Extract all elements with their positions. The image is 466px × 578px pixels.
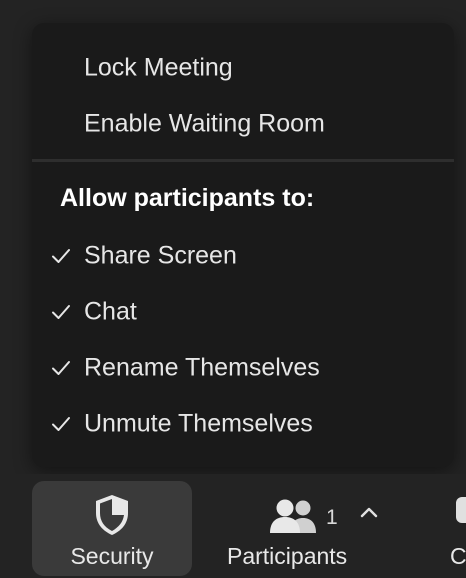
chevron-up-icon[interactable] [358, 504, 380, 520]
shield-icon [96, 495, 128, 535]
menu-item-rename-themselves[interactable]: Rename Themselves [32, 344, 454, 392]
participants-button[interactable]: 1 Participants [212, 481, 376, 576]
menu-item-label: Chat [84, 297, 137, 326]
menu-item-label: Lock Meeting [84, 53, 233, 82]
checkmark-icon [52, 305, 70, 319]
checkmark-icon [52, 417, 70, 431]
participants-count: 1 [326, 506, 338, 529]
menu-item-enable-waiting-room[interactable]: Enable Waiting Room [32, 100, 454, 148]
participants-label: Participants [227, 543, 348, 569]
security-menu: Lock Meeting Enable Waiting Room Allow p… [32, 23, 454, 467]
menu-item-label: Enable Waiting Room [84, 109, 325, 138]
menu-item-unmute-themselves[interactable]: Unmute Themselves [32, 400, 454, 448]
participants-icon [270, 499, 316, 533]
chat-icon [456, 497, 466, 523]
menu-item-lock-meeting[interactable]: Lock Meeting [32, 44, 454, 92]
chat-label: C [450, 543, 466, 569]
app-window: Lock Meeting Enable Waiting Room Allow p… [0, 0, 466, 578]
security-label: Security [70, 543, 154, 569]
section-header-allow-participants: Allow participants to: [60, 184, 315, 212]
meeting-toolbar: Security 1 Participants C [0, 474, 466, 578]
menu-item-share-screen[interactable]: Share Screen [32, 232, 454, 280]
menu-item-chat[interactable]: Chat [32, 288, 454, 336]
menu-item-label: Share Screen [84, 241, 237, 270]
checkmark-icon [52, 361, 70, 375]
menu-divider [32, 159, 454, 162]
chat-button[interactable]: C [440, 481, 466, 576]
security-button[interactable]: Security [32, 481, 192, 576]
checkmark-icon [52, 249, 70, 263]
menu-item-label: Unmute Themselves [84, 409, 313, 438]
menu-item-label: Rename Themselves [84, 353, 320, 382]
